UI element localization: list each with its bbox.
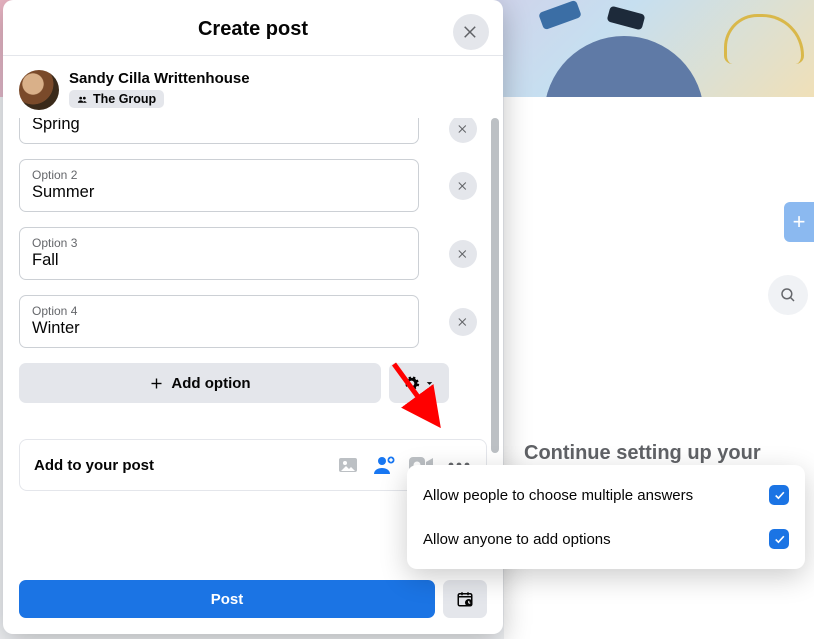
group-icon: [77, 94, 88, 105]
remove-option-4-button[interactable]: [449, 308, 477, 336]
poll-option-3-label: Option 3: [32, 236, 406, 250]
join-plus-button[interactable]: +: [784, 202, 814, 242]
close-icon: [457, 248, 469, 260]
close-icon: [457, 123, 469, 135]
allow-add-checkbox[interactable]: [769, 529, 789, 549]
schedule-button[interactable]: [443, 580, 487, 618]
remove-option-3-button[interactable]: [449, 240, 477, 268]
caret-down-icon: [424, 378, 435, 389]
post-button[interactable]: Post: [19, 580, 435, 618]
poll-option-4-label: Option 4: [32, 304, 406, 318]
close-icon: [462, 23, 480, 41]
poll-option-3-input[interactable]: [32, 251, 406, 270]
poll-option-3: Option 3: [19, 227, 487, 280]
search-icon: [779, 286, 797, 304]
poll-option-1-input[interactable]: [32, 118, 406, 134]
calendar-clock-icon: [456, 590, 474, 608]
tag-people-icon[interactable]: [372, 453, 396, 477]
check-icon: [773, 533, 786, 546]
close-icon: [457, 316, 469, 328]
remove-option-1-button[interactable]: [449, 118, 477, 143]
allow-multiple-row[interactable]: Allow people to choose multiple answers: [407, 473, 805, 517]
remove-option-2-button[interactable]: [449, 172, 477, 200]
poll-option-4-input[interactable]: [32, 319, 406, 338]
add-option-button[interactable]: Add option: [19, 363, 381, 403]
photo-video-icon[interactable]: [336, 453, 360, 477]
poll-settings-button[interactable]: [389, 363, 449, 403]
add-to-post-label: Add to your post: [34, 457, 154, 474]
poll-option-2-label: Option 2: [32, 168, 406, 182]
scrollbar-thumb[interactable]: [491, 118, 499, 453]
close-button[interactable]: [453, 14, 489, 50]
search-button[interactable]: [768, 275, 808, 315]
audience-chip[interactable]: The Group: [69, 90, 164, 108]
modal-title: Create post: [3, 18, 503, 41]
poll-option-1: Option 1: [19, 118, 487, 144]
close-icon: [457, 180, 469, 192]
author-name: Sandy Cilla Writtenhouse: [69, 70, 250, 87]
poll-option-2-input[interactable]: [32, 183, 406, 202]
poll-option-4: Option 4: [19, 295, 487, 348]
plus-icon: [149, 376, 164, 391]
avatar: [19, 70, 59, 110]
check-icon: [773, 489, 786, 502]
poll-settings-popover: Allow people to choose multiple answers …: [407, 465, 805, 569]
allow-multiple-checkbox[interactable]: [769, 485, 789, 505]
allow-add-row[interactable]: Allow anyone to add options: [407, 517, 805, 561]
gear-icon: [403, 375, 420, 392]
poll-option-2: Option 2: [19, 159, 487, 212]
